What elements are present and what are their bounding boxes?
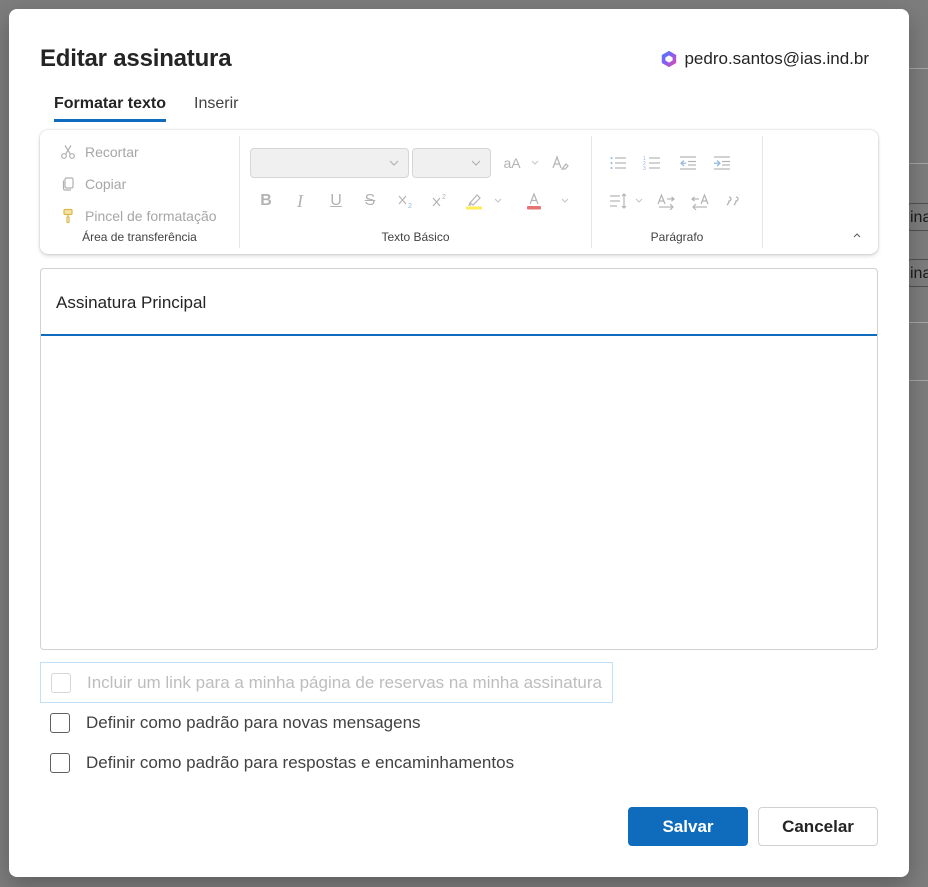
chevron-down-icon	[561, 198, 569, 203]
background-text: ina	[910, 209, 928, 226]
decrease-indent-button[interactable]	[676, 151, 700, 175]
numbering-button[interactable]: 1 2 3	[640, 151, 664, 175]
background-divider	[908, 380, 928, 381]
decrease-indent-icon	[680, 156, 696, 170]
format-painter-icon	[63, 208, 73, 224]
booking-link-label: Incluir um link para a minha página de r…	[87, 672, 602, 692]
highlight-button[interactable]	[462, 189, 486, 213]
formatting-ribbon: Recortar Copiar Pincel de formatação Áre…	[40, 130, 878, 254]
format-painter-label: Pincel de formatação	[85, 208, 217, 224]
save-button[interactable]: Salvar	[628, 807, 748, 846]
increase-indent-button[interactable]	[710, 151, 734, 175]
highlighter-icon	[466, 194, 482, 210]
clipboard-group: Recortar Copiar Pincel de formatação Áre…	[40, 136, 239, 248]
default-replies-option[interactable]: Definir como padrão para respostas e enc…	[40, 753, 514, 773]
quote-icon	[726, 196, 739, 206]
superscript-icon: 2	[432, 194, 446, 207]
chevron-down-icon	[635, 198, 643, 203]
text-direction-ltr-icon	[657, 193, 675, 210]
background-divider	[908, 68, 928, 69]
cut-button[interactable]: Recortar	[40, 136, 239, 168]
chevron-down-icon	[389, 160, 399, 166]
svg-text:2: 2	[442, 194, 446, 201]
svg-text:2: 2	[408, 203, 412, 210]
default-replies-checkbox[interactable]	[50, 753, 70, 773]
italic-button[interactable]: I	[288, 189, 312, 213]
paragraph-group: 1 2 3 Parágrafo	[592, 136, 762, 248]
text-direction-rtl-icon	[691, 193, 709, 210]
chevron-down-icon	[471, 160, 481, 166]
account-email: pedro.santos@ias.ind.br	[684, 49, 869, 68]
default-new-messages-option[interactable]: Definir como padrão para novas mensagens	[40, 713, 421, 733]
background-divider	[908, 163, 928, 164]
edit-signature-dialog: Editar assinatura pedro.santos@ias.ind.b…	[9, 9, 909, 877]
svg-text:3: 3	[643, 166, 646, 172]
chevron-down-icon	[494, 198, 502, 203]
chevron-down-icon	[531, 160, 539, 165]
group-divider	[762, 136, 763, 248]
basic-text-group-label: Texto Básico	[381, 230, 450, 244]
ribbon-tabs: Formatar texto Inserir	[54, 95, 238, 122]
booking-link-option[interactable]: Incluir um link para a minha página de r…	[40, 662, 613, 703]
tab-insert[interactable]: Inserir	[194, 95, 238, 122]
paragraph-group-label: Parágrafo	[650, 230, 704, 244]
collapse-ribbon-icon[interactable]	[852, 230, 862, 240]
align-icon	[610, 193, 627, 209]
background-text: ina	[910, 265, 928, 282]
font-size-toggle-button[interactable]: aA	[499, 151, 525, 175]
bullets-button[interactable]	[606, 151, 630, 175]
signature-name-input[interactable]: Assinatura Principal	[41, 269, 877, 336]
default-new-messages-label: Definir como padrão para novas mensagens	[86, 713, 421, 732]
copy-icon	[62, 177, 74, 191]
scissors-icon	[61, 145, 75, 159]
subscript-button[interactable]: 2	[394, 189, 418, 213]
basic-text-group: aA B I U S 2 2 Texto Básico	[240, 136, 591, 248]
cut-label: Recortar	[85, 144, 139, 160]
clear-format-icon	[552, 155, 569, 170]
font-color-button[interactable]	[522, 189, 546, 213]
format-painter-button[interactable]: Pincel de formatação	[40, 200, 239, 232]
numbered-list-icon: 1 2 3	[643, 156, 660, 172]
clipboard-group-label: Área de transferência	[82, 230, 197, 244]
quote-button[interactable]	[722, 189, 746, 213]
clear-formatting-button[interactable]	[548, 151, 572, 175]
increase-indent-icon	[714, 156, 730, 170]
subscript-icon: 2	[398, 195, 412, 210]
bold-button[interactable]: B	[254, 189, 278, 213]
ltr-direction-button[interactable]	[654, 189, 678, 213]
rtl-direction-button[interactable]	[688, 189, 712, 213]
font-color-icon	[527, 192, 541, 210]
bullet-list-icon	[610, 157, 626, 169]
copy-button[interactable]: Copiar	[40, 168, 239, 200]
underline-button[interactable]: U	[324, 189, 348, 213]
dialog-title: Editar assinatura	[40, 45, 232, 72]
font-family-combobox[interactable]	[250, 148, 409, 178]
copy-label: Copiar	[85, 176, 127, 192]
cancel-button[interactable]: Cancelar	[758, 807, 878, 846]
font-size-combobox[interactable]	[412, 148, 491, 178]
default-replies-label: Definir como padrão para respostas e enc…	[86, 753, 515, 772]
alignment-button[interactable]	[606, 189, 630, 213]
signature-editor[interactable]: Assinatura Principal	[40, 268, 878, 650]
background-divider	[908, 322, 928, 323]
tab-format-text[interactable]: Formatar texto	[54, 95, 167, 122]
account-indicator: pedro.santos@ias.ind.br	[660, 49, 869, 69]
booking-link-checkbox[interactable]	[51, 672, 71, 693]
strikethrough-button[interactable]: S	[358, 189, 382, 213]
default-new-messages-checkbox[interactable]	[50, 713, 70, 733]
account-hexagon-icon	[662, 50, 677, 68]
superscript-button[interactable]: 2	[428, 189, 452, 213]
